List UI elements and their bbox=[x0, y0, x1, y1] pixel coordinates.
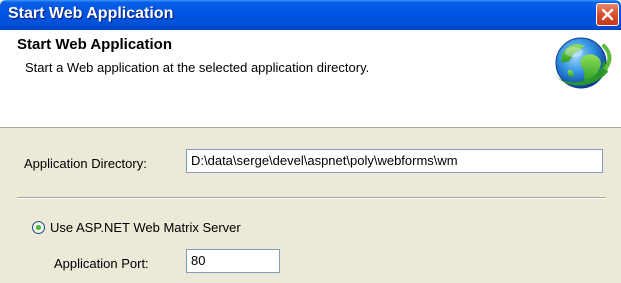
radio-selected-dot bbox=[36, 225, 41, 230]
header-title: Start Web Application bbox=[17, 36, 173, 53]
port-label: Application Port: bbox=[54, 256, 149, 271]
close-icon bbox=[601, 8, 614, 21]
directory-input[interactable]: D:\data\serge\devel\aspnet\poly\webforms… bbox=[186, 149, 603, 173]
close-button[interactable] bbox=[596, 3, 619, 26]
web-matrix-server-option[interactable]: Use ASP.NET Web Matrix Server bbox=[32, 220, 241, 235]
title-bar[interactable]: Start Web Application bbox=[0, 0, 621, 30]
dialog-window: Start Web Application Start Web Applicat… bbox=[0, 0, 621, 283]
globe-icon bbox=[552, 37, 612, 89]
separator bbox=[17, 197, 606, 199]
window-title: Start Web Application bbox=[8, 5, 174, 22]
web-matrix-server-radio[interactable] bbox=[32, 221, 45, 234]
directory-label: Application Directory: bbox=[24, 156, 147, 171]
header-subtitle: Start a Web application at the selected … bbox=[25, 60, 370, 75]
web-matrix-server-label: Use ASP.NET Web Matrix Server bbox=[50, 220, 241, 235]
port-input[interactable]: 80 bbox=[186, 249, 280, 273]
